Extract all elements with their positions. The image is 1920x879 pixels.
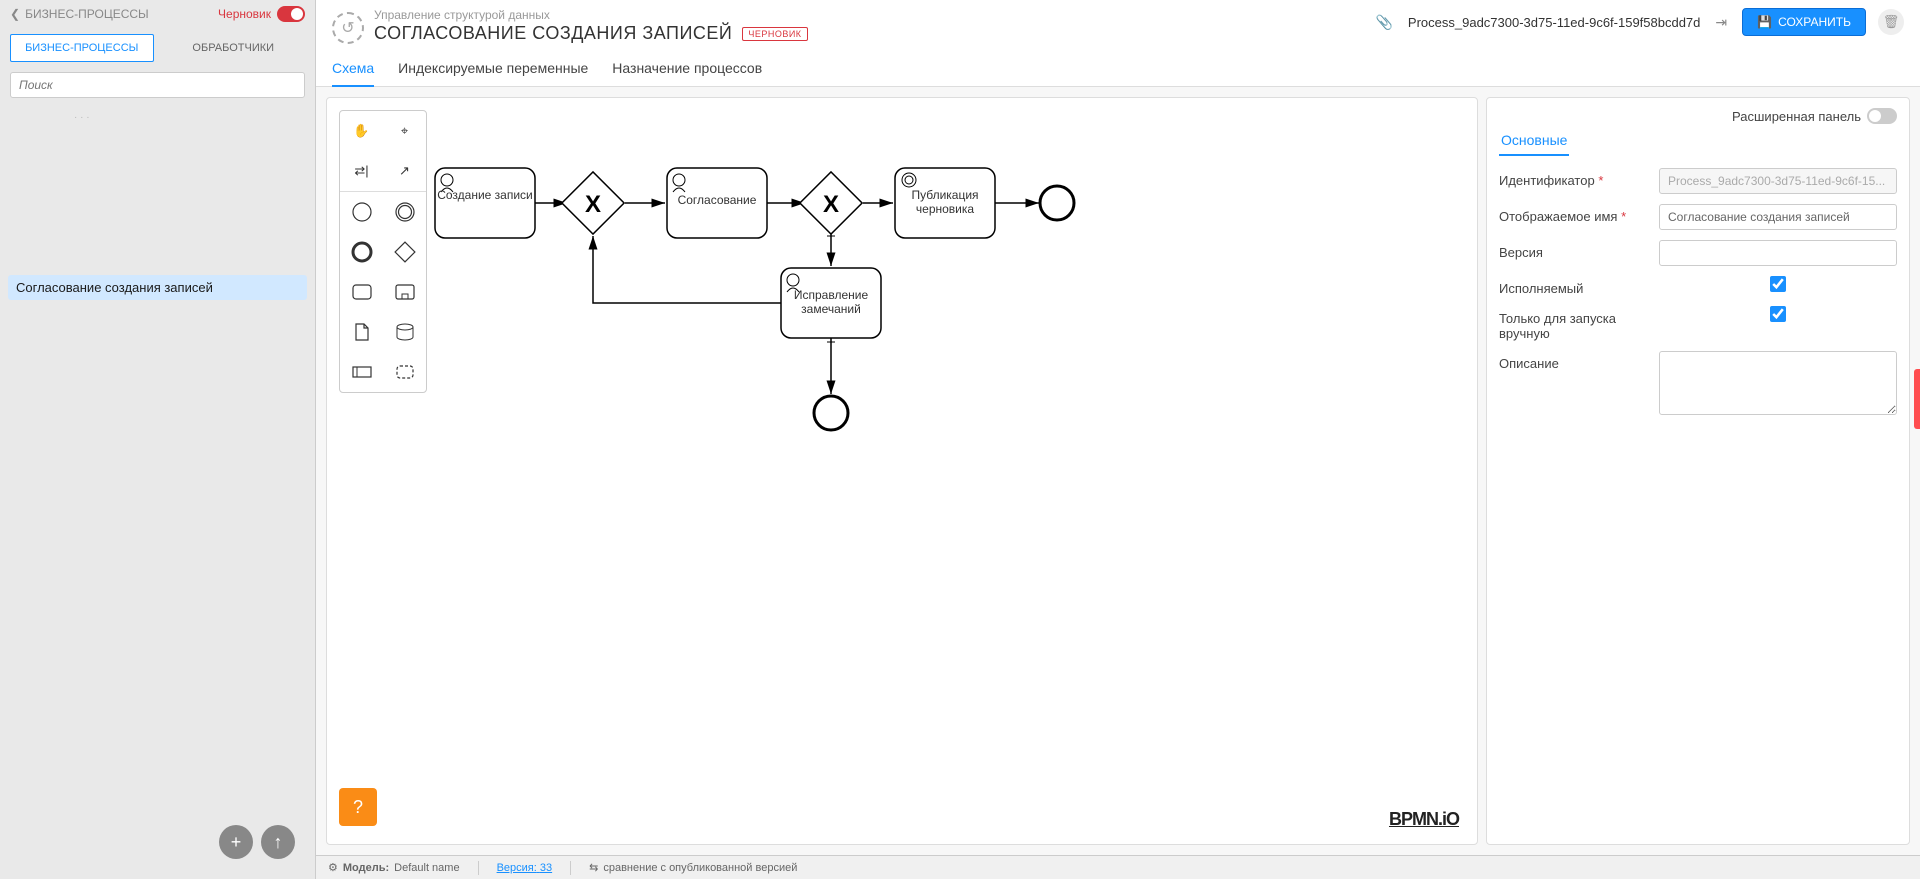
back-nav-icon[interactable]: ↺ [332, 12, 364, 44]
scroll-up-button[interactable]: ↑ [261, 825, 295, 859]
bpmn-logo: BPMN.iO [1389, 809, 1459, 830]
extended-panel-label: Расширенная панель [1732, 109, 1861, 124]
tab-scheme[interactable]: Схема [332, 54, 374, 86]
svg-text:X: X [585, 191, 601, 218]
tab-variables[interactable]: Индексируемые переменные [398, 54, 588, 86]
node-approve[interactable]: Согласование [667, 168, 767, 238]
sidebar: ❮ БИЗНЕС-ПРОЦЕССЫ Черновик БИЗНЕС-ПРОЦЕС… [0, 0, 316, 879]
add-button[interactable]: + [219, 825, 253, 859]
manual-only-checkbox[interactable] [1659, 306, 1897, 322]
sidebar-search-input[interactable] [10, 72, 305, 98]
node-end2[interactable] [814, 396, 848, 430]
svg-text:X: X [823, 191, 839, 218]
sidebar-tab-bp[interactable]: БИЗНЕС-ПРОЦЕССЫ [10, 34, 154, 62]
node-fix[interactable]: Исправление замечаний [781, 268, 881, 338]
attachment-icon[interactable]: 📎 [1372, 11, 1395, 34]
save-disk-icon: 💾 [1757, 15, 1772, 29]
extended-panel-toggle[interactable] [1867, 108, 1897, 124]
bpmn-canvas[interactable]: ✋ ⌖ ⇄| ↗ [326, 97, 1478, 845]
breadcrumb: Управление структурой данных [374, 8, 1362, 22]
status-bar: ⚙ Модель: Default name Версия: 33 ⇆ срав… [316, 855, 1920, 879]
tree-item-selected[interactable]: Согласование создания записей [8, 275, 307, 300]
right-drawer-handle[interactable] [1914, 369, 1920, 429]
page-title: СОГЛАСОВАНИЕ СОЗДАНИЯ ЗАПИСЕЙ [374, 23, 732, 44]
help-button[interactable]: ? [339, 788, 377, 826]
draft-mode-label: Черновик [218, 7, 271, 21]
model-value: Default name [394, 862, 459, 874]
help-icon: ? [353, 797, 363, 818]
gear-icon[interactable]: ⚙ [328, 861, 338, 874]
display-name-input[interactable] [1659, 204, 1897, 230]
node-create[interactable]: Создание записи [435, 168, 535, 238]
executable-label: Исполняемый [1499, 276, 1659, 296]
node-gateway2[interactable]: X [800, 172, 862, 234]
identifier-input [1659, 168, 1897, 194]
main: ↺ Управление структурой данных СОГЛАСОВА… [316, 0, 1920, 879]
executable-checkbox[interactable] [1659, 276, 1897, 292]
node-publish[interactable]: Публикация черновика [895, 168, 995, 238]
back-chevron-icon[interactable]: ❮ [10, 7, 20, 21]
status-version-link[interactable]: Версия: 33 [497, 862, 553, 874]
process-id: Process_9adc7300-3d75-11ed-9c6f-159f58bc… [1408, 15, 1700, 30]
sidebar-tab-handlers[interactable]: ОБРАБОТЧИКИ [162, 34, 306, 62]
compare-label[interactable]: сравнение с опубликованной версией [603, 862, 797, 874]
identifier-label: Идентификатор [1499, 173, 1595, 188]
display-name-label: Отображаемое имя [1499, 209, 1617, 224]
draft-toggle[interactable] [277, 6, 305, 22]
compare-icon[interactable]: ⇆ [589, 861, 598, 874]
node-end[interactable] [1040, 186, 1074, 220]
description-label: Описание [1499, 351, 1659, 371]
tree-collapsed-icon[interactable]: · · · [4, 112, 311, 123]
diagram-svg: Создание записи X Согласова [327, 98, 1477, 844]
export-icon[interactable]: ⇥ [1712, 11, 1730, 34]
properties-panel: Расширенная панель Основные Идентификато… [1486, 97, 1910, 845]
save-button[interactable]: 💾 СОХРАНИТЬ [1742, 8, 1866, 36]
model-label: Модель: [343, 862, 389, 874]
description-textarea[interactable] [1659, 351, 1897, 415]
manual-only-label: Только для запуска вручную [1499, 306, 1659, 341]
delete-button[interactable]: 🗑 [1878, 9, 1904, 35]
node-gateway1[interactable]: X [562, 172, 624, 234]
tab-assignment[interactable]: Назначение процессов [612, 54, 762, 86]
sidebar-title: ❮ БИЗНЕС-ПРОЦЕССЫ [10, 7, 149, 21]
version-label: Версия [1499, 240, 1659, 260]
props-tab-main[interactable]: Основные [1499, 128, 1569, 156]
sidebar-tree: · · · Согласование создания записей [0, 106, 315, 879]
trash-icon: 🗑 [1883, 14, 1900, 30]
version-input[interactable] [1659, 240, 1897, 266]
draft-badge: ЧЕРНОВИК [742, 27, 807, 41]
